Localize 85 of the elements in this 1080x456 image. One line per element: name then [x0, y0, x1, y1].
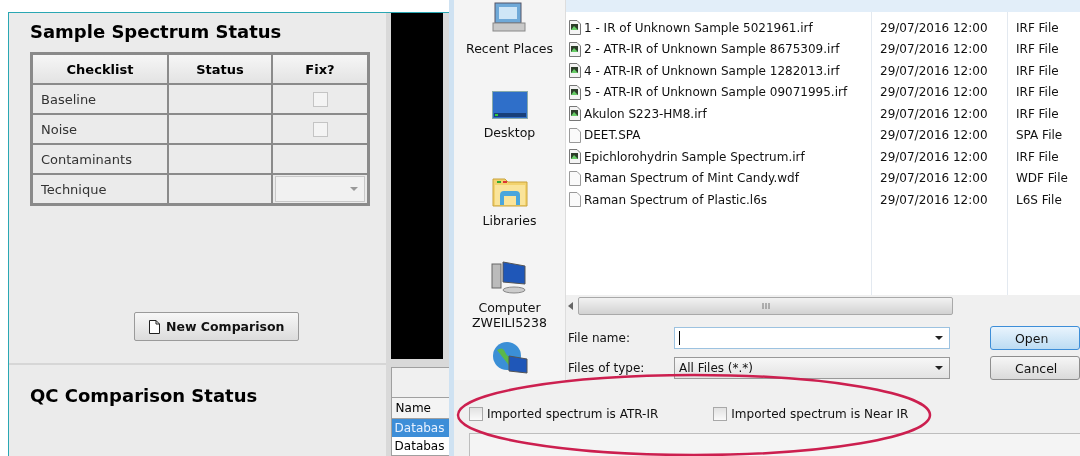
- spectrum-file-icon: [569, 149, 581, 165]
- date-cell-text: 29/07/2016 12:00: [879, 127, 989, 145]
- checklist-cell: Contaminants: [32, 144, 168, 174]
- file-name[interactable]: DEET.SPA: [566, 124, 872, 146]
- file-name[interactable]: Epichlorohydrin Sample Spectrum.irf: [566, 146, 872, 168]
- type-cell-text: IRF File: [1015, 19, 1060, 37]
- column-header: Checklist: [32, 54, 168, 84]
- date-cell-text: 29/07/2016 12:00: [879, 41, 989, 59]
- checklist-cell: Noise: [32, 114, 168, 144]
- spectrum-file-icon: [569, 63, 581, 79]
- file-name-text[interactable]: Epichlorohydrin Sample Spectrum.irf: [584, 149, 805, 164]
- option-checkbox[interactable]: [713, 406, 728, 421]
- type-cell-text: IRF File: [1015, 148, 1060, 166]
- file-name-text[interactable]: Raman Spectrum of Mint Candy.wdf: [584, 171, 799, 186]
- file-name-text[interactable]: 5 - ATR-IR of Unknown Sample 09071995.irf: [584, 85, 848, 100]
- panel-title: Sample Spectrum Status: [30, 21, 283, 42]
- open-button[interactable]: Open: [990, 326, 1080, 350]
- blank-file-icon: [569, 127, 581, 143]
- document-icon: [149, 319, 160, 334]
- place-label[interactable]: Desktop: [483, 125, 536, 140]
- checklist-cell: Technique: [32, 174, 168, 204]
- globe-icon[interactable]: [490, 340, 529, 376]
- type-cell-text: IRF File: [1015, 105, 1060, 123]
- caret-icon: [350, 186, 358, 192]
- type-cell-text: WDF File: [1015, 170, 1069, 188]
- file-name-text[interactable]: 1 - IR of Unknown Sample 5021961.irf: [584, 20, 813, 35]
- list-row[interactable]: Databas: [391, 437, 449, 455]
- file-name-text[interactable]: 2 - ATR-IR of Unknown Sample 8675309.irf: [584, 42, 840, 57]
- spectrum-file-icon: [569, 41, 581, 57]
- new-comparison-button[interactable]: New Comparison: [134, 312, 300, 341]
- caret-icon: [935, 335, 943, 341]
- scrollbar-thumb[interactable]: [578, 297, 953, 315]
- file-name[interactable]: Akulon S223-HM8.irf: [566, 103, 872, 125]
- column-header: Fix?: [272, 54, 368, 84]
- place-label[interactable]: Recent Places: [466, 41, 553, 56]
- checklist-cell: Baseline: [32, 84, 168, 114]
- field-label: Files of type:: [567, 361, 646, 375]
- date-cell-text: 29/07/2016 12:00: [879, 84, 989, 102]
- file-name[interactable]: 5 - ATR-IR of Unknown Sample 09071995.irf: [566, 81, 872, 103]
- spectrum-file-icon: [569, 20, 581, 36]
- file-name-field[interactable]: [674, 327, 950, 349]
- type-cell-text: L6S File: [1015, 191, 1063, 209]
- section-title: QC Comparison Status: [30, 385, 259, 406]
- file-name-text[interactable]: DEET.SPA: [584, 128, 641, 143]
- file-name[interactable]: Raman Spectrum of Mint Candy.wdf: [566, 167, 872, 189]
- column-header: Name: [391, 398, 449, 419]
- file-name[interactable]: 2 - ATR-IR of Unknown Sample 8675309.irf: [566, 38, 872, 60]
- option-label[interactable]: Imported spectrum is Near IR: [731, 406, 909, 421]
- type-cell-text: IRF File: [1015, 41, 1060, 59]
- blank-file-icon: [569, 170, 581, 186]
- file-name-text[interactable]: Raman Spectrum of Plastic.l6s: [584, 192, 768, 207]
- file-name[interactable]: Raman Spectrum of Plastic.l6s: [566, 189, 872, 211]
- file-name[interactable]: 4 - ATR-IR of Unknown Sample 1282013.irf: [566, 60, 872, 82]
- option-checkbox[interactable]: [469, 406, 483, 421]
- date-cell-text: 29/07/2016 12:00: [879, 62, 989, 80]
- field-label: File name:: [567, 331, 631, 345]
- place-label[interactable]: Libraries: [482, 213, 537, 228]
- file-name-text[interactable]: Akulon S223-HM8.irf: [584, 106, 707, 121]
- spectrum-file-icon: [569, 106, 581, 122]
- cancel-button[interactable]: Cancel: [990, 356, 1080, 380]
- type-cell-text: SPA File: [1015, 127, 1064, 145]
- date-cell-text: 29/07/2016 12:00: [879, 148, 989, 166]
- place-label[interactable]: ZWEILI5238: [472, 315, 547, 330]
- spectrum-file-icon: [569, 84, 581, 100]
- recent-places-icon[interactable]: [491, 1, 528, 35]
- desktop-icon[interactable]: [491, 91, 528, 119]
- caret-icon: [935, 365, 943, 371]
- computer-icon[interactable]: [490, 260, 529, 294]
- file-type-dropdown[interactable]: All Files (*.*): [674, 357, 950, 379]
- fix-checkbox[interactable]: [312, 92, 328, 107]
- folder-icon[interactable]: [491, 175, 528, 207]
- date-cell-text: 29/07/2016 12:00: [879, 191, 989, 209]
- place-label[interactable]: Computer: [478, 300, 541, 315]
- date-cell-text: 29/07/2016 12:00: [879, 170, 989, 188]
- type-cell-text: IRF File: [1015, 62, 1060, 80]
- scroll-left-icon[interactable]: [568, 302, 574, 310]
- type-cell-text: IRF File: [1015, 84, 1060, 102]
- fix-checkbox[interactable]: [312, 122, 328, 137]
- file-name-text[interactable]: 4 - ATR-IR of Unknown Sample 1282013.irf: [584, 63, 840, 78]
- date-cell-text: 29/07/2016 12:00: [879, 105, 989, 123]
- file-name[interactable]: 1 - IR of Unknown Sample 5021961.irf: [566, 17, 872, 39]
- date-cell-text: 29/07/2016 12:00: [879, 19, 989, 37]
- column-header: Status: [168, 54, 272, 84]
- option-label[interactable]: Imported spectrum is ATR-IR: [487, 406, 659, 421]
- blank-file-icon: [569, 192, 581, 208]
